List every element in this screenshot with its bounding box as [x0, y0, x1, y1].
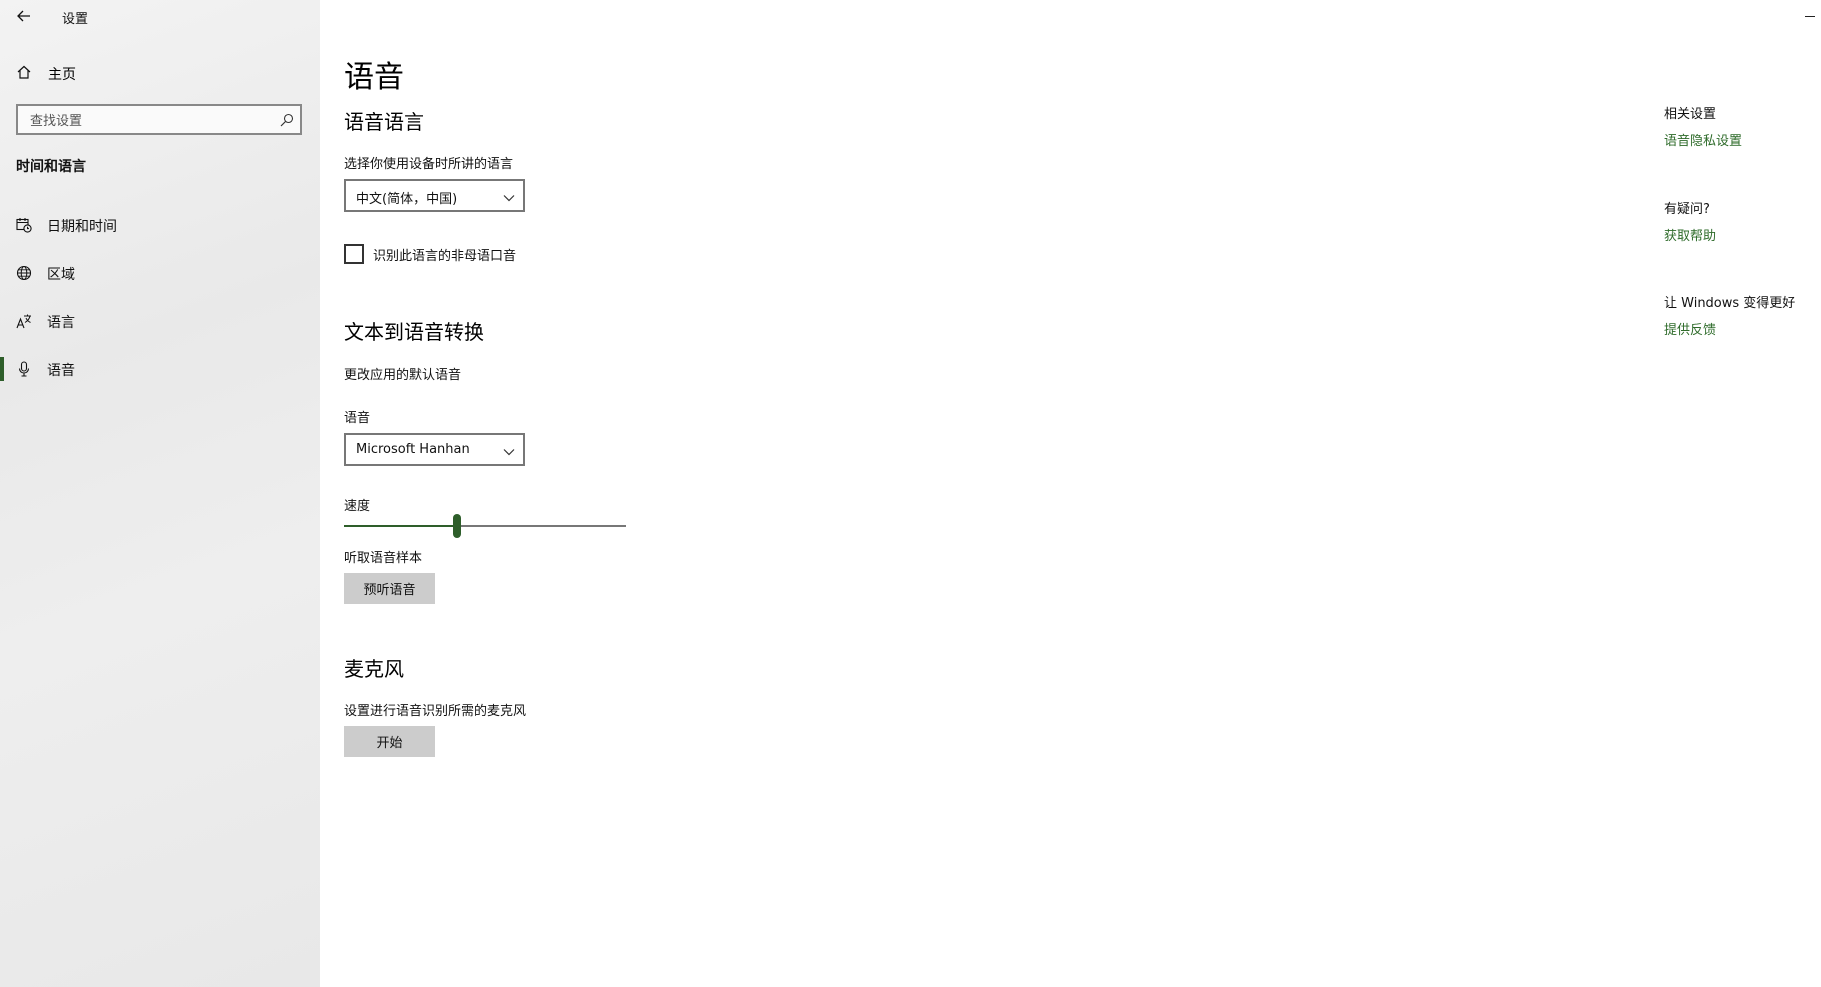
sidebar-item-label: 语音 [47, 363, 75, 379]
language-icon [16, 313, 32, 333]
speech-privacy-link[interactable]: 语音隐私设置 [1664, 130, 1742, 149]
title-bar: 设置 [0, 0, 320, 32]
question-heading: 有疑问? [1664, 202, 1710, 217]
sidebar-item-language[interactable]: 语言 [0, 303, 320, 339]
chevron-down-icon [503, 443, 515, 462]
get-help-link[interactable]: 获取帮助 [1664, 225, 1716, 244]
microphone-heading: 麦克风 [344, 657, 404, 681]
checkbox-label: 识别此语言的非母语口音 [373, 249, 517, 264]
dropdown-value: 中文(简体，中国) [356, 192, 458, 207]
globe-icon [16, 265, 32, 285]
slider-fill [344, 525, 457, 527]
speech-language-dropdown[interactable]: 中文(简体，中国) [344, 179, 525, 212]
microphone-icon [16, 361, 32, 381]
speech-language-select-label: 选择你使用设备时所讲的语言 [344, 157, 514, 172]
related-settings-heading: 相关设置 [1664, 107, 1717, 122]
related-settings-panel: 相关设置 语音隐私设置 有疑问? 获取帮助 让 Windows 变得更好 提供反… [1664, 0, 1821, 987]
sidebar-home-label: 主页 [48, 67, 76, 83]
app-title: 设置 [62, 12, 89, 27]
selection-indicator [0, 357, 4, 381]
voice-label: 语音 [344, 411, 371, 426]
minimize-button[interactable] [1803, 6, 1817, 22]
chevron-down-icon [503, 189, 515, 208]
sidebar-item-region[interactable]: 区域 [0, 255, 320, 291]
search-input[interactable] [28, 110, 272, 132]
speed-label: 速度 [344, 499, 371, 514]
speed-slider[interactable] [344, 514, 626, 538]
microphone-description: 设置进行语音识别所需的麦克风 [344, 704, 527, 719]
back-button[interactable] [12, 4, 36, 28]
preview-voice-button[interactable]: 预听语音 [344, 573, 435, 604]
back-arrow-icon [17, 10, 30, 22]
sidebar-section-title: 时间和语言 [16, 159, 86, 175]
non-native-accent-checkbox[interactable] [344, 244, 364, 264]
give-feedback-link[interactable]: 提供反馈 [1664, 319, 1716, 338]
feedback-heading: 让 Windows 变得更好 [1664, 296, 1796, 311]
start-button[interactable]: 开始 [344, 726, 435, 757]
tts-heading: 文本到语音转换 [344, 320, 484, 344]
slider-thumb[interactable] [453, 514, 461, 538]
settings-window: 设置 主页 时间和语言 [0, 0, 1821, 987]
tts-description: 更改应用的默认语音 [344, 368, 462, 383]
home-icon [16, 64, 32, 84]
sidebar-item-label: 区域 [47, 267, 75, 283]
sidebar-item-home[interactable]: 主页 [0, 58, 320, 88]
sidebar-item-label: 日期和时间 [47, 219, 117, 235]
page-title: 语音 [344, 60, 404, 95]
main-content: 语音 语音语言 选择你使用设备时所讲的语言 中文(简体，中国) 识别此语言的非母… [320, 0, 1600, 987]
sidebar-item-speech[interactable]: 语音 [0, 351, 320, 387]
calendar-clock-icon [16, 217, 32, 237]
dropdown-value: Microsoft Hanhan [356, 442, 470, 457]
search-icon[interactable] [280, 112, 294, 131]
sample-label: 听取语音样本 [344, 551, 423, 566]
voice-dropdown[interactable]: Microsoft Hanhan [344, 433, 525, 466]
sidebar-item-date-time[interactable]: 日期和时间 [0, 207, 320, 243]
speech-language-heading: 语音语言 [344, 110, 424, 134]
sidebar: 设置 主页 时间和语言 [0, 0, 320, 987]
sidebar-item-label: 语言 [47, 315, 75, 331]
search-box [16, 104, 302, 135]
